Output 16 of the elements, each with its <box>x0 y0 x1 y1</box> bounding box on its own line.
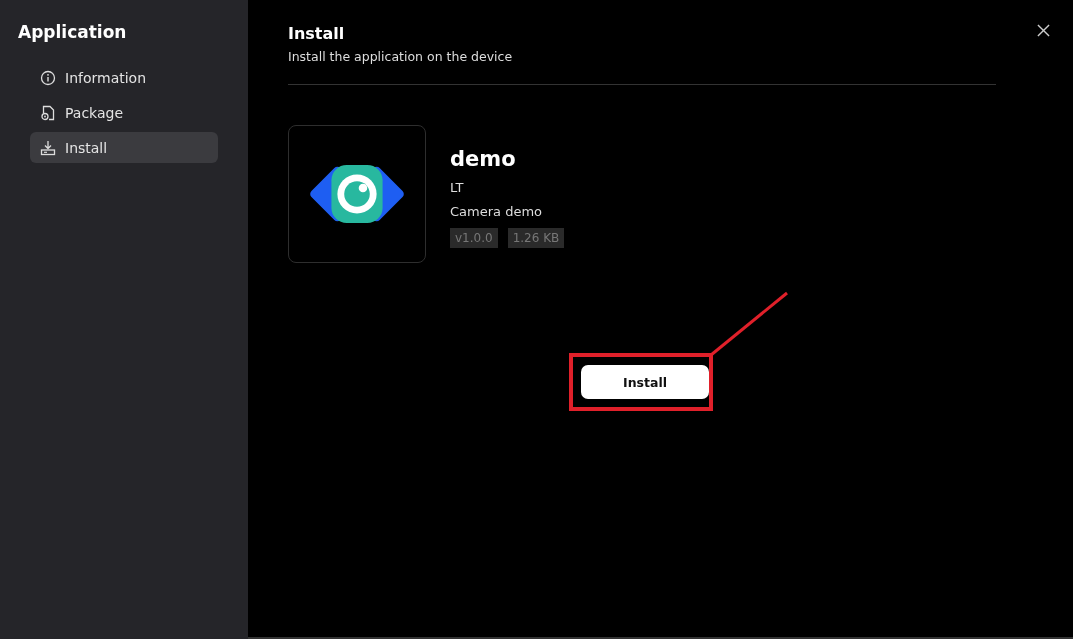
download-tray-icon <box>40 139 56 156</box>
sidebar-item[interactable]: Information <box>30 62 218 93</box>
info-tag: v1.0.0 <box>450 228 498 248</box>
sidebar-item[interactable]: Package <box>30 97 218 128</box>
page-subtitle: Install the application on the device <box>288 49 513 64</box>
install-button[interactable]: Install <box>581 365 709 399</box>
app-name: demo <box>450 147 517 171</box>
sidebar-item[interactable]: Install <box>30 132 218 163</box>
info-icon <box>40 69 56 86</box>
app-description: Camera demo <box>450 204 543 219</box>
sidebar-title: Application <box>18 22 128 42</box>
page-title: Install <box>288 24 345 43</box>
file-gear-icon <box>40 104 56 121</box>
app-author: LT <box>450 180 465 195</box>
info-tag: 1.26 KB <box>507 228 565 248</box>
close-icon[interactable] <box>1037 24 1050 37</box>
